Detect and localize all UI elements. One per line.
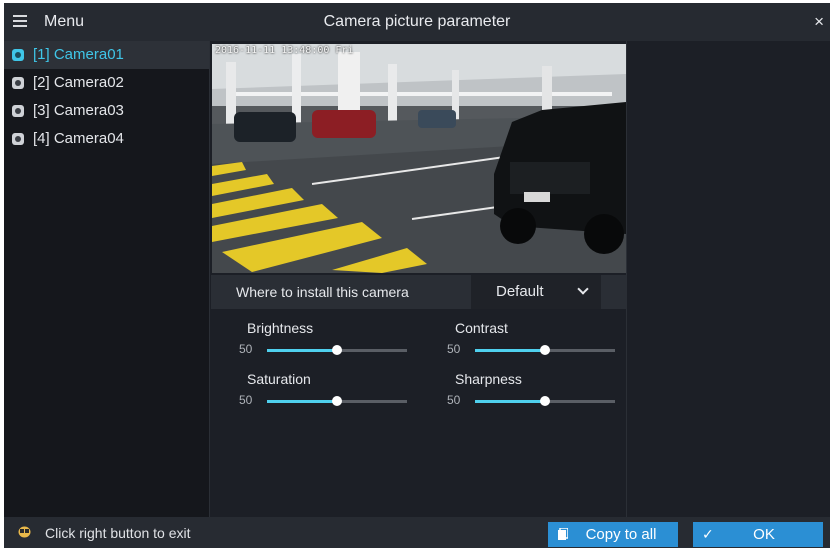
slider-handle[interactable] bbox=[332, 396, 342, 406]
copy-to-all-button[interactable]: Copy to all bbox=[548, 522, 678, 547]
slider-handle[interactable] bbox=[540, 396, 550, 406]
camera-icon bbox=[12, 105, 24, 117]
camera-label: [2] Camera02 bbox=[33, 74, 124, 91]
mouse-icon bbox=[18, 526, 31, 538]
slider-fill bbox=[475, 400, 545, 403]
close-icon[interactable]: × bbox=[814, 12, 824, 32]
slider-handle[interactable] bbox=[332, 345, 342, 355]
camera-list-item[interactable]: [2] Camera02 bbox=[4, 69, 209, 97]
right-pane bbox=[628, 41, 830, 517]
ok-button[interactable]: ✓ OK bbox=[693, 522, 823, 547]
camera-preview: 2016-11-11 13:48:00 Fri bbox=[212, 44, 626, 273]
camera-list-item[interactable]: [4] Camera04 bbox=[4, 125, 209, 153]
sharpness-slider[interactable] bbox=[475, 396, 615, 406]
slider-fill bbox=[267, 349, 337, 352]
camera-icon bbox=[12, 133, 24, 145]
install-location-label: Where to install this camera bbox=[236, 284, 409, 300]
slider-handle[interactable] bbox=[540, 345, 550, 355]
sharpness-value: 50 bbox=[447, 393, 461, 407]
camera-list: [1] Camera01 [2] Camera02 [3] Camera03 [… bbox=[4, 41, 210, 517]
parking-garage-image bbox=[212, 44, 626, 273]
saturation-slider[interactable] bbox=[267, 396, 407, 406]
brightness-value: 50 bbox=[239, 342, 253, 356]
camera-list-item[interactable]: [1] Camera01 bbox=[4, 41, 209, 69]
title-bar: Menu Camera picture parameter × bbox=[4, 3, 830, 41]
ok-label: OK bbox=[753, 526, 775, 543]
camera-label: [3] Camera03 bbox=[33, 102, 124, 119]
contrast-label: Contrast bbox=[455, 320, 508, 336]
contrast-value: 50 bbox=[447, 342, 461, 356]
chevron-down-icon bbox=[577, 283, 589, 295]
copy-to-all-label: Copy to all bbox=[585, 526, 657, 543]
camera-icon bbox=[12, 49, 24, 61]
saturation-value: 50 bbox=[239, 393, 253, 407]
slider-fill bbox=[475, 349, 545, 352]
brightness-label: Brightness bbox=[247, 320, 314, 336]
saturation-label: Saturation bbox=[247, 371, 311, 387]
camera-parameter-window: Menu Camera picture parameter × [1] Came… bbox=[4, 3, 830, 548]
camera-list-item[interactable]: [3] Camera03 bbox=[4, 97, 209, 125]
camera-icon bbox=[12, 77, 24, 89]
camera-label: [4] Camera04 bbox=[33, 130, 124, 147]
osd-timestamp: 2016-11-11 13:48:00 Fri bbox=[215, 45, 354, 56]
contrast-slider[interactable] bbox=[475, 345, 615, 355]
brightness-slider[interactable] bbox=[267, 345, 407, 355]
exit-hint: Click right button to exit bbox=[45, 525, 191, 541]
page-title: Camera picture parameter bbox=[323, 13, 511, 30]
camera-label: [1] Camera01 bbox=[33, 46, 124, 63]
parameter-panel: 2016-11-11 13:48:00 Fri Where to install… bbox=[211, 41, 627, 517]
install-location-row: Where to install this camera Default bbox=[211, 275, 627, 309]
install-location-select[interactable]: Default bbox=[471, 275, 601, 309]
sharpness-label: Sharpness bbox=[455, 371, 522, 387]
footer-bar: Click right button to exit Copy to all ✓… bbox=[4, 517, 830, 548]
slider-fill bbox=[267, 400, 337, 403]
install-location-value: Default bbox=[496, 283, 544, 300]
